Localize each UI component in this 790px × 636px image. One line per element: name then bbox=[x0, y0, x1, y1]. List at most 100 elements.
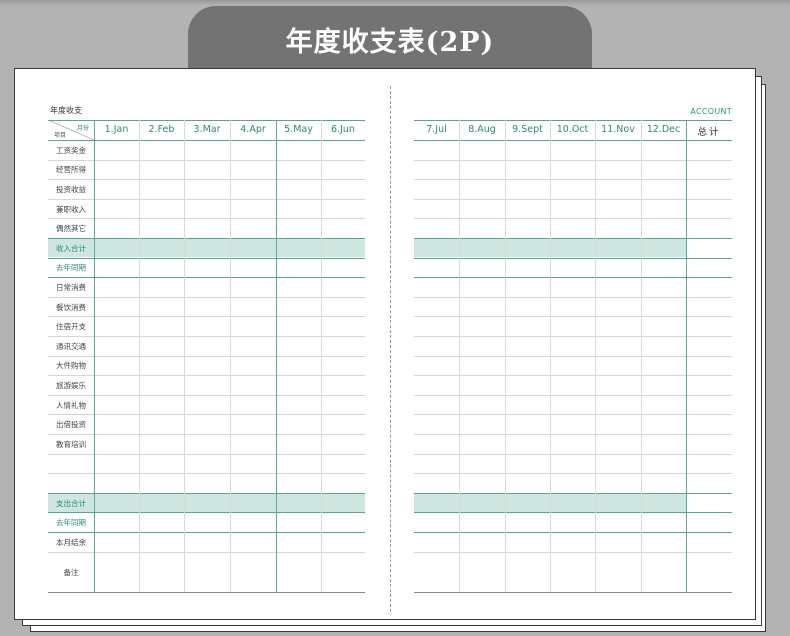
row-rule bbox=[414, 375, 732, 377]
row-rule bbox=[414, 336, 732, 337]
row-rule bbox=[48, 551, 365, 553]
column-rule bbox=[184, 120, 185, 592]
column-header-month: 9.Sept bbox=[512, 124, 543, 135]
row-rule bbox=[414, 414, 732, 416]
column-header-month: 7.Jul bbox=[426, 124, 447, 135]
row-rule bbox=[48, 238, 365, 239]
row-label: 备注 bbox=[63, 567, 79, 577]
row-rule bbox=[414, 434, 732, 435]
row-rule bbox=[48, 198, 365, 200]
column-rule bbox=[641, 120, 642, 592]
row-label: 兼职收入 bbox=[56, 204, 86, 214]
row-rule bbox=[48, 355, 365, 357]
row-label: 人情礼物 bbox=[56, 400, 86, 410]
column-header-month: 3.Mar bbox=[193, 124, 221, 135]
row-label: 工资奖金 bbox=[56, 145, 86, 155]
row-rule bbox=[48, 492, 365, 494]
corner-diagonal bbox=[48, 120, 94, 140]
column-header-month: 1.Jan bbox=[104, 124, 129, 135]
column-rule bbox=[276, 120, 277, 592]
row-label: 经营所得 bbox=[56, 165, 86, 175]
left-ledger-table: 1.Jan 2.Feb 3.Mar 4.Apr 5.May 6.Jun 月份 项目 工资奖金 经营… bbox=[48, 120, 365, 593]
row-rule bbox=[48, 473, 365, 475]
row-rule bbox=[414, 257, 732, 259]
row-label: 教育培训 bbox=[56, 439, 86, 449]
row-rule bbox=[414, 473, 732, 475]
row-rule bbox=[414, 492, 732, 494]
row-rule bbox=[48, 296, 365, 298]
row-rule bbox=[414, 159, 732, 161]
column-header-month: 5.May bbox=[284, 124, 313, 135]
row-rule bbox=[48, 394, 365, 396]
header-top-rule bbox=[48, 120, 365, 121]
row-rule bbox=[414, 179, 732, 181]
column-rule bbox=[230, 120, 231, 592]
column-rule bbox=[94, 120, 95, 592]
row-rule bbox=[414, 453, 732, 455]
row-rule bbox=[414, 238, 732, 239]
row-rule bbox=[48, 512, 365, 514]
row-label: 出借投资 bbox=[56, 420, 86, 430]
column-header-month: 12.Dec bbox=[646, 124, 681, 135]
column-rule bbox=[505, 120, 506, 592]
header-bottom-rule bbox=[414, 140, 732, 141]
column-header-total: 总计 bbox=[697, 127, 721, 138]
row-rule bbox=[414, 296, 732, 298]
row-rule bbox=[48, 179, 365, 181]
column-header-month: 10.Oct bbox=[556, 124, 589, 135]
column-rule bbox=[686, 120, 687, 592]
row-rule bbox=[48, 336, 365, 337]
column-rule bbox=[139, 120, 140, 592]
page-spine-divider bbox=[390, 86, 391, 612]
right-page-heading: ACCOUNT bbox=[690, 107, 732, 116]
column-rule bbox=[459, 120, 460, 592]
row-rule bbox=[48, 414, 365, 416]
row-rule bbox=[48, 218, 365, 220]
row-rule bbox=[414, 277, 732, 279]
left-page-heading: 年度收支 bbox=[50, 106, 82, 115]
row-rule bbox=[414, 532, 732, 533]
column-header-month: 4.Apr bbox=[240, 124, 266, 135]
row-label: 偶然其它 bbox=[56, 224, 86, 234]
right-ledger-table: 7.Jul 8.Aug 9.Sept 10.Oct 11.Nov 12.Dec 总计 bbox=[414, 120, 732, 593]
row-label: 收入合计 bbox=[56, 243, 86, 253]
row-rule bbox=[48, 591, 365, 593]
row-rule bbox=[48, 375, 365, 377]
row-label: 支出合计 bbox=[56, 498, 86, 508]
column-header-month: 11.Nov bbox=[601, 124, 635, 135]
row-label: 投资收益 bbox=[56, 185, 86, 194]
row-rule bbox=[48, 316, 365, 318]
row-rule bbox=[48, 257, 365, 259]
row-rule bbox=[48, 453, 365, 455]
row-rule bbox=[414, 551, 732, 553]
row-label: 大件购物 bbox=[56, 361, 86, 371]
row-rule bbox=[48, 277, 365, 279]
row-label: 去年同期 bbox=[56, 518, 86, 528]
row-rule bbox=[414, 355, 732, 357]
row-rule bbox=[414, 316, 732, 318]
row-rule bbox=[48, 159, 365, 161]
column-header-month: 8.Aug bbox=[468, 124, 496, 135]
row-rule bbox=[414, 591, 732, 593]
row-label: 日常消费 bbox=[56, 283, 86, 292]
row-label: 通讯交通 bbox=[56, 341, 86, 351]
column-header-month: 6.Jun bbox=[331, 124, 355, 135]
column-rule bbox=[595, 120, 596, 592]
total-row-band bbox=[48, 492, 365, 512]
row-label: 餐饮消费 bbox=[56, 302, 86, 312]
row-label: 本月结余 bbox=[56, 537, 86, 547]
total-row-band bbox=[48, 238, 365, 257]
header-top-rule bbox=[414, 120, 732, 121]
column-header-month: 2.Feb bbox=[148, 124, 175, 135]
row-rule bbox=[414, 198, 732, 200]
row-label: 去年同期 bbox=[56, 263, 86, 273]
row-rule bbox=[414, 218, 732, 220]
header-bottom-rule bbox=[48, 140, 365, 141]
row-rule bbox=[48, 434, 365, 435]
column-rule bbox=[321, 120, 322, 592]
row-rule bbox=[414, 512, 732, 514]
column-rule bbox=[550, 120, 551, 592]
page-title: 年度收支表(2P) bbox=[285, 27, 495, 58]
row-rule bbox=[414, 394, 732, 396]
row-label: 住宿开支 bbox=[56, 322, 86, 332]
